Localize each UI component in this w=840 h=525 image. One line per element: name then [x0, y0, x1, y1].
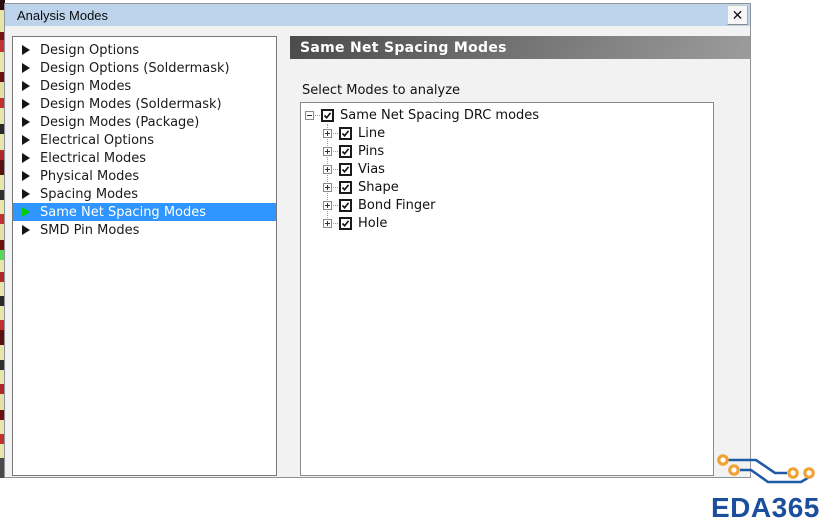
checked-checkbox[interactable] — [339, 216, 352, 230]
triangle-right-icon — [22, 207, 30, 217]
tree-item-label[interactable]: Vias — [358, 162, 385, 177]
sidebar-item-label: Same Net Spacing Modes — [40, 204, 207, 220]
sidebar-item-label: Design Options — [40, 42, 140, 58]
sidebar-item[interactable]: Physical Modes — [13, 167, 276, 185]
sidebar-item-label: Design Options (Soldermask) — [40, 60, 230, 76]
panel-title: Same Net Spacing Modes — [300, 39, 507, 56]
tree-row: Same Net Spacing DRC modes — [301, 106, 713, 124]
checkmark-icon — [341, 129, 350, 137]
tree-item-label[interactable]: Pins — [358, 144, 384, 159]
close-button[interactable]: ✕ — [727, 5, 748, 25]
tree-row: Hole — [301, 214, 713, 232]
expand-icon[interactable] — [323, 164, 332, 174]
tree-stub-line — [333, 168, 338, 170]
expand-icon[interactable] — [323, 146, 332, 156]
analysis-modes-dialog: Analysis Modes ✕ Design Options Design Op… — [4, 3, 751, 478]
sidebar-item-label: Design Modes (Package) — [40, 114, 200, 130]
triangle-right-icon — [22, 99, 30, 109]
sidebar-item-selected[interactable]: Same Net Spacing Modes — [13, 203, 276, 221]
expand-icon[interactable] — [323, 128, 332, 138]
triangle-right-icon — [22, 63, 30, 73]
screen: Analysis Modes ✕ Design Options Design Op… — [0, 0, 840, 525]
checked-checkbox[interactable] — [321, 108, 334, 122]
checked-checkbox[interactable] — [339, 162, 352, 176]
checked-checkbox[interactable] — [339, 198, 352, 212]
tree-row: Pins — [301, 142, 713, 160]
sidebar-item[interactable]: Design Options — [13, 41, 276, 59]
tree-stub-line — [333, 150, 338, 152]
sidebar-item-label: Spacing Modes — [40, 186, 139, 202]
sidebar-item[interactable]: SMD Pin Modes — [13, 221, 276, 239]
tree-stub-line — [333, 186, 338, 188]
sidebar-item[interactable]: Design Modes — [13, 77, 276, 95]
sidebar-item-label: Electrical Options — [40, 132, 155, 148]
tree-stub-line — [333, 132, 338, 134]
sidebar-item[interactable]: Design Options (Soldermask) — [13, 59, 276, 77]
sidebar-item[interactable]: Electrical Modes — [13, 149, 276, 167]
triangle-right-icon — [22, 117, 30, 127]
tree-row: Bond Finger — [301, 196, 713, 214]
sidebar-item[interactable]: Spacing Modes — [13, 185, 276, 203]
tree-item-label[interactable]: Line — [358, 126, 385, 141]
modes-tree: Same Net Spacing DRC modes Line Pins Vias Sh… — [300, 102, 714, 476]
tree-item-label[interactable]: Hole — [358, 216, 387, 231]
sidebar-item-label: Design Modes — [40, 78, 132, 94]
collapse-icon[interactable] — [305, 110, 314, 120]
dialog-titlebar[interactable]: Analysis Modes ✕ — [5, 4, 750, 26]
triangle-right-icon — [22, 45, 30, 55]
expand-icon[interactable] — [323, 200, 332, 210]
close-icon: ✕ — [731, 6, 744, 23]
sidebar-item-label: Electrical Modes — [40, 150, 147, 166]
tree-stub-line — [315, 114, 320, 116]
checkmark-icon — [323, 111, 332, 119]
checkmark-icon — [341, 219, 350, 227]
modes-list: Design Options Design Options (Soldermask… — [12, 36, 277, 476]
tree-row: Shape — [301, 178, 713, 196]
expand-icon[interactable] — [323, 182, 332, 192]
pcb-trace-icon — [717, 454, 815, 484]
tree-stub-line — [333, 222, 338, 224]
checked-checkbox[interactable] — [339, 126, 352, 140]
triangle-right-icon — [22, 135, 30, 145]
sidebar-item[interactable]: Design Modes (Soldermask) — [13, 95, 276, 113]
sidebar-item-label: Design Modes (Soldermask) — [40, 96, 222, 112]
select-modes-label: Select Modes to analyze — [302, 83, 461, 98]
tree-item-label[interactable]: Shape — [358, 180, 399, 195]
expand-icon[interactable] — [323, 218, 332, 228]
panel-header: Same Net Spacing Modes — [290, 36, 750, 59]
triangle-right-icon — [22, 81, 30, 91]
sidebar-item[interactable]: Electrical Options — [13, 131, 276, 149]
eda365-logo-text: EDA365 — [711, 492, 820, 523]
tree-row: Vias — [301, 160, 713, 178]
tree-row: Line — [301, 124, 713, 142]
checkmark-icon — [341, 147, 350, 155]
checkmark-icon — [341, 183, 350, 191]
checkmark-icon — [341, 201, 350, 209]
triangle-right-icon — [22, 153, 30, 163]
triangle-right-icon — [22, 171, 30, 181]
triangle-right-icon — [22, 189, 30, 199]
tree-stub-line — [333, 204, 338, 206]
sidebar-item[interactable]: Design Modes (Package) — [13, 113, 276, 131]
sidebar-item-label: SMD Pin Modes — [40, 222, 140, 238]
sidebar-item-label: Physical Modes — [40, 168, 140, 184]
eda365-logo: EDA365 — [705, 450, 837, 524]
triangle-right-icon — [22, 225, 30, 235]
checked-checkbox[interactable] — [339, 144, 352, 158]
dialog-title: Analysis Modes — [17, 7, 109, 23]
checked-checkbox[interactable] — [339, 180, 352, 194]
tree-item-label[interactable]: Same Net Spacing DRC modes — [340, 108, 539, 123]
checkmark-icon — [341, 165, 350, 173]
tree-item-label[interactable]: Bond Finger — [358, 198, 435, 213]
